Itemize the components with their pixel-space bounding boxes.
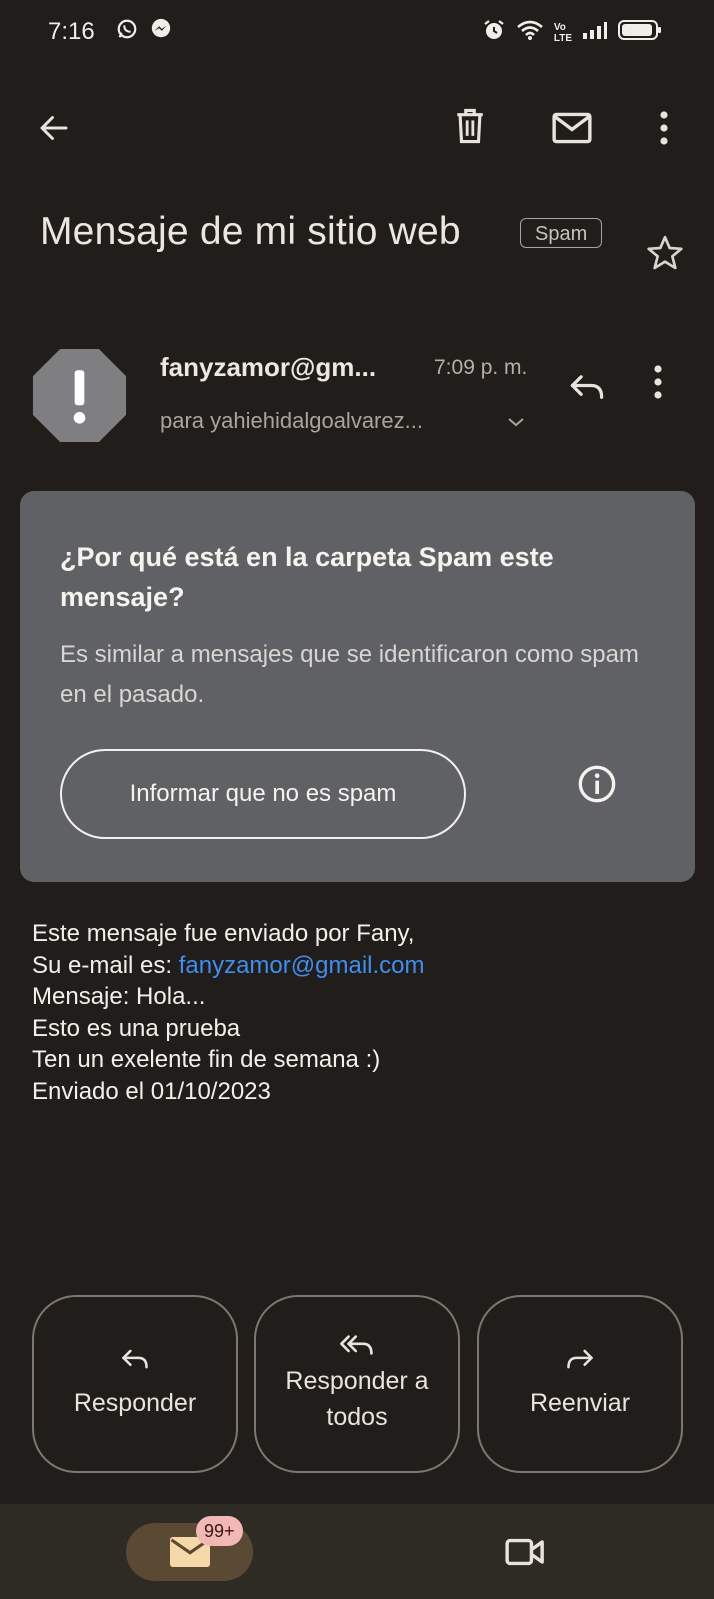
volte-icon: Vo LTE — [554, 22, 572, 44]
back-button[interactable] — [30, 104, 78, 152]
info-icon — [578, 765, 616, 803]
reply-action-button[interactable]: Responder — [32, 1295, 238, 1473]
not-spam-button[interactable]: Informar que no es spam — [60, 749, 466, 839]
status-right-icons: Vo LTE — [482, 18, 662, 47]
chevron-down-icon — [508, 418, 524, 427]
body-line: Esto es una prueba — [32, 1014, 241, 1042]
recipient-expand-button[interactable] — [500, 410, 532, 434]
more-options-button[interactable] — [640, 104, 688, 152]
email-prefix: Su e-mail es: — [32, 951, 179, 979]
sender-name[interactable]: fanyzamor@gm... — [160, 352, 376, 383]
trash-icon — [457, 108, 483, 144]
forward-action-button[interactable]: Reenviar — [477, 1295, 683, 1473]
body-email-line: Su e-mail es: fanyzamor@gmail.com — [32, 950, 424, 982]
reply-all-icon — [340, 1335, 373, 1355]
reply-icon — [570, 375, 604, 399]
forward-icon — [567, 1349, 593, 1369]
battery-icon — [618, 19, 662, 46]
mark-unread-button[interactable] — [546, 104, 598, 152]
body-line: Ten un exelente fin de semana :) — [32, 1046, 381, 1073]
body-line: Enviado el 01/10/2023 — [32, 1077, 271, 1105]
unread-badge: 99+ — [196, 1516, 243, 1546]
arrow-left-icon — [40, 116, 68, 140]
reply-all-label-line2: todos — [326, 1403, 388, 1431]
nav-meet-tab[interactable] — [500, 1528, 550, 1576]
mail-icon — [552, 112, 592, 144]
bottom-navigation: 99+ — [0, 1504, 714, 1599]
reply-button[interactable] — [562, 362, 612, 412]
wifi-icon — [516, 19, 544, 46]
spam-label-chip[interactable]: Spam — [520, 218, 603, 248]
status-time: 7:16 — [48, 18, 95, 45]
status-left-icons — [116, 18, 172, 45]
alert-octagon-icon — [32, 348, 127, 443]
email-link[interactable]: fanyzamor@gmail.com — [179, 952, 425, 979]
star-button[interactable] — [640, 228, 690, 278]
spam-card-title: ¿Por qué está en la carpeta Spam este me… — [60, 542, 554, 612]
body-line: Este mensaje fue enviado por Fany, — [32, 920, 415, 947]
reply-all-action-button[interactable]: Responder a todos — [254, 1295, 460, 1473]
spam-info-button[interactable] — [572, 759, 622, 809]
delete-button[interactable] — [446, 102, 494, 150]
reply-label: Responder — [73, 1389, 197, 1417]
more-vert-icon — [660, 111, 668, 145]
volte-bottom-label: LTE — [553, 32, 572, 44]
sender-avatar[interactable] — [31, 347, 128, 444]
email-body: Este mensaje fue enviado por Fany, Su e-… — [32, 918, 424, 1107]
email-time: 7:09 p. m. — [434, 356, 528, 379]
email-subject: Mensaje de mi sitio web — [40, 210, 461, 253]
more-vert-icon — [654, 365, 662, 399]
star-icon — [647, 235, 683, 270]
reply-icon — [122, 1349, 148, 1369]
whatsapp-icon — [116, 18, 138, 45]
reply-all-label-line1: Responder a — [285, 1367, 429, 1395]
message-more-button[interactable] — [646, 362, 670, 402]
forward-label: Reenviar — [529, 1389, 631, 1417]
volte-top-label: Vo — [553, 21, 566, 33]
messenger-icon — [150, 18, 172, 45]
body-line: Mensaje: Hola... — [32, 983, 206, 1010]
spam-card-text: Es similar a mensajes que se identificar… — [60, 641, 639, 708]
signal-icon — [582, 20, 608, 45]
recipient-line[interactable]: para yahiehidalgoalvarez... — [160, 408, 423, 434]
alarm-icon — [482, 18, 506, 47]
spam-warning-card: ¿Por qué está en la carpeta Spam este me… — [20, 491, 695, 882]
video-camera-icon — [505, 1538, 544, 1566]
